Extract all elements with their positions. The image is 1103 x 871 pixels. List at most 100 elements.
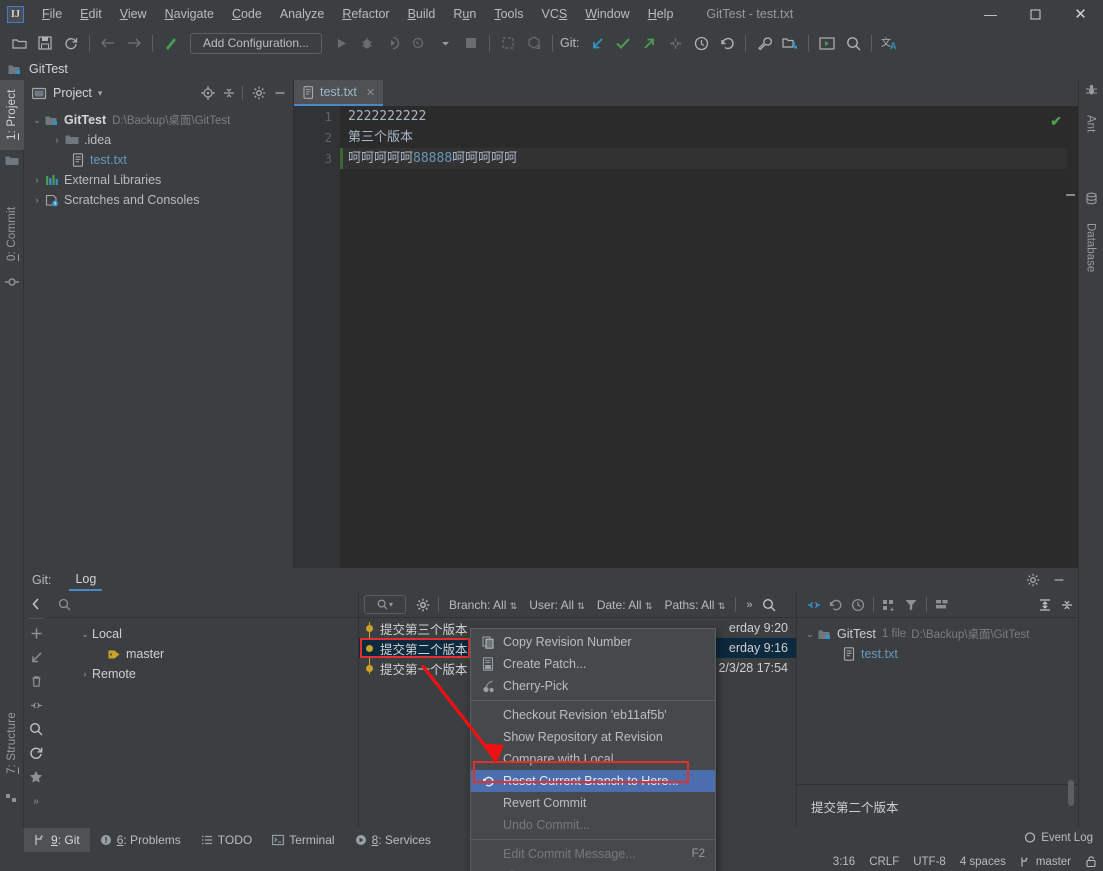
stop-icon[interactable] [460, 32, 482, 54]
package-icon[interactable] [523, 32, 545, 54]
breadcrumb-project[interactable]: GitTest [29, 62, 68, 76]
history-icon[interactable] [847, 594, 869, 616]
run-coverage-icon[interactable] [382, 32, 404, 54]
maximize-button[interactable] [1013, 0, 1058, 28]
profile-icon[interactable] [408, 32, 430, 54]
close-button[interactable]: ✕ [1058, 0, 1103, 28]
read-only-icon[interactable] [1085, 855, 1097, 868]
menu-tools[interactable]: Tools [485, 5, 532, 23]
filter-icon[interactable] [900, 594, 922, 616]
git-diff-icon[interactable] [664, 32, 686, 54]
tree-node-external-libraries[interactable]: › External Libraries [24, 170, 293, 190]
menu-item-cherry-pick[interactable]: Cherry-Pick [471, 675, 715, 697]
menu-item-reset-current-branch-to-here[interactable]: Reset Current Branch to Here... [471, 770, 715, 792]
refresh-icon[interactable] [24, 741, 48, 765]
expand-all-icon[interactable] [1034, 594, 1056, 616]
status-line-separator[interactable]: CRLF [869, 856, 899, 868]
details-scrollbar[interactable] [1068, 780, 1074, 806]
collapse-icon[interactable] [24, 693, 48, 717]
changed-files-root[interactable]: ⌄ GitTest 1 file D:\Backup\桌面\GitTest [797, 624, 1078, 644]
status-branch[interactable]: master [1020, 856, 1071, 868]
menu-run[interactable]: Run [444, 5, 485, 23]
add-icon[interactable] [24, 621, 48, 645]
run-browser-icon[interactable] [816, 32, 838, 54]
menu-code[interactable]: Code [223, 5, 271, 23]
tree-node-scratches[interactable]: › Scratches and Consoles [24, 190, 293, 210]
menu-help[interactable]: Help [639, 5, 683, 23]
branch-node-local[interactable]: ⌄ Local [48, 624, 358, 644]
collapse-all-icon[interactable] [220, 84, 238, 102]
chevron-right-icon[interactable]: › [30, 195, 44, 205]
inspection-status-icon[interactable]: ✔ [1050, 113, 1062, 130]
sidebar-item-commit[interactable]: 0: Commit [0, 198, 24, 270]
open-folder-icon[interactable] [8, 32, 30, 54]
menu-window[interactable]: Window [576, 5, 638, 23]
settings-wrench-icon[interactable] [753, 32, 775, 54]
forward-arrow-icon[interactable] [123, 32, 145, 54]
tab-git[interactable]: 9: Git [24, 828, 90, 852]
menu-item-revert-commit[interactable]: Revert Commit [471, 792, 715, 814]
tree-node-gittest[interactable]: ⌄ GitTest D:\Backup\桌面\GitTest [24, 110, 293, 130]
chevron-right-icon[interactable]: › [78, 669, 92, 679]
inspect-icon[interactable] [497, 32, 519, 54]
layout-icon[interactable] [931, 594, 953, 616]
git-push-icon[interactable] [638, 32, 660, 54]
hide-panel-icon[interactable] [271, 84, 289, 102]
translate-icon[interactable]: 文A [879, 32, 901, 54]
debug-icon[interactable] [356, 32, 378, 54]
menu-analyze[interactable]: Analyze [271, 5, 333, 23]
chevron-down-icon[interactable]: ▾ [98, 88, 103, 99]
status-indent[interactable]: 4 spaces [960, 856, 1006, 868]
filter-branch[interactable]: Branch: All ⇅ [449, 598, 517, 612]
back-arrow-icon[interactable] [97, 32, 119, 54]
filter-paths[interactable]: Paths: All ⇅ [664, 598, 725, 612]
menu-item-create-patch[interactable]: Create Patch... [471, 653, 715, 675]
filter-date[interactable]: Date: All ⇅ [597, 598, 653, 612]
search-icon[interactable] [24, 717, 48, 741]
close-icon[interactable]: ✕ [366, 86, 375, 99]
build-icon[interactable] [160, 32, 182, 54]
collapse-all-icon[interactable] [1056, 594, 1078, 616]
expand-icon[interactable] [803, 594, 825, 616]
tree-node-test-txt[interactable]: test.txt [24, 150, 293, 170]
chevron-down-icon[interactable] [434, 32, 456, 54]
chevron-down-icon[interactable]: ⌄ [30, 115, 44, 126]
run-icon[interactable] [330, 32, 352, 54]
sidebar-item-structure[interactable]: 7: Structure [0, 700, 24, 786]
chevron-right-icon[interactable]: › [30, 175, 44, 185]
branch-node-remote[interactable]: › Remote [48, 664, 358, 684]
code-content[interactable]: 2222222222 第三个版本 呵呵呵呵呵88888呵呵呵呵呵 [340, 106, 1078, 568]
collapse-chevron-icon[interactable] [24, 592, 48, 616]
menu-file[interactable]: File [33, 5, 71, 23]
run-configuration-selector[interactable]: Add Configuration... [190, 32, 322, 54]
git-update-icon[interactable] [586, 32, 608, 54]
revert-icon[interactable] [825, 594, 847, 616]
save-all-icon[interactable] [34, 32, 56, 54]
branch-search-field[interactable] [48, 592, 358, 618]
gear-icon[interactable] [412, 594, 434, 616]
git-tab-log[interactable]: Log [69, 570, 103, 591]
more-icon[interactable]: » [24, 789, 48, 813]
locate-file-icon[interactable] [199, 84, 217, 102]
menu-navigate[interactable]: Navigate [156, 5, 223, 23]
sidebar-item-ant[interactable]: Ant [1078, 104, 1103, 144]
event-log-button[interactable]: Event Log [1024, 832, 1093, 844]
gear-icon[interactable] [1024, 571, 1042, 589]
tab-todo[interactable]: TODO [191, 828, 262, 852]
project-structure-icon[interactable] [779, 32, 801, 54]
chevron-right-icon[interactable]: › [50, 135, 64, 145]
sidebar-item-project[interactable]: 1: Project [0, 80, 24, 150]
search-everywhere-icon[interactable] [842, 32, 864, 54]
menu-view[interactable]: View [111, 5, 156, 23]
menu-edit[interactable]: Edit [71, 5, 111, 23]
menu-item-show-repository-at-revision[interactable]: Show Repository at Revision [471, 726, 715, 748]
more-filters-icon[interactable]: » [746, 599, 752, 611]
sidebar-item-database[interactable]: Database [1078, 212, 1103, 284]
tab-terminal[interactable]: Terminal [262, 828, 344, 852]
git-history-icon[interactable] [690, 32, 712, 54]
error-stripe-mark[interactable] [1066, 194, 1075, 196]
editor-scrollbar[interactable] [1067, 106, 1078, 568]
menu-item-copy-revision-number[interactable]: Copy Revision Number [471, 631, 715, 653]
menu-build[interactable]: Build [399, 5, 445, 23]
chevron-down-icon[interactable]: ⌄ [78, 629, 92, 640]
